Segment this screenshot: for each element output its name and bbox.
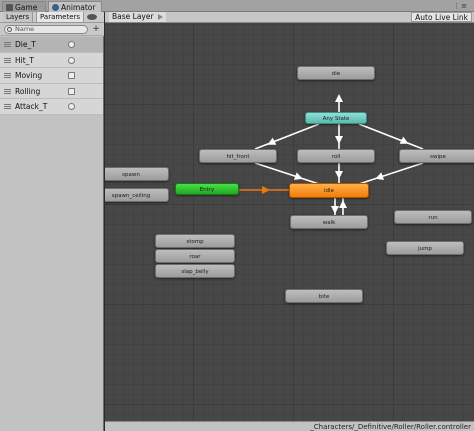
state-label: roll [331, 154, 341, 160]
state-slap-belly[interactable]: slap_belly [155, 264, 235, 278]
status-bar: _Characters/_Definitive/Roller/Roller.co… [105, 421, 474, 431]
state-idle[interactable]: idle [289, 183, 369, 198]
state-swipe[interactable]: swipe [399, 149, 474, 163]
panel-toolbar: Layers Parameters [0, 12, 104, 23]
tab-game[interactable]: Game [2, 1, 46, 12]
drag-handle-icon[interactable] [4, 88, 11, 94]
search-placeholder: Name [15, 25, 35, 33]
state-label: jump [418, 246, 432, 252]
state-label: bite [318, 294, 330, 300]
trigger-toggle[interactable] [68, 103, 75, 110]
eye-icon[interactable] [87, 14, 97, 20]
breadcrumb[interactable]: Base Layer [109, 12, 166, 22]
state-any-state[interactable]: Any State [305, 112, 367, 124]
parameter-row-attack-t[interactable]: Attack_T [0, 99, 103, 115]
state-label: swipe [430, 154, 446, 160]
state-label: walk [322, 220, 336, 226]
trigger-toggle[interactable] [68, 56, 75, 64]
state-label: spawn_ceiling [111, 193, 151, 199]
graph-toolbar: Base Layer Auto Live Link [105, 12, 474, 23]
search-icon [7, 27, 12, 32]
add-parameter-button[interactable]: + [91, 24, 101, 35]
editor-tab-bar: Game Animator ⋮≡ [0, 0, 474, 12]
state-label: spawn [122, 172, 140, 178]
tab-animator-label: Animator [61, 3, 96, 12]
bool-checkbox[interactable] [68, 87, 75, 95]
tab-layers[interactable]: Layers [3, 12, 34, 22]
state-hit-front[interactable]: hit_front [199, 149, 277, 163]
parameter-search-row: Name + [0, 23, 104, 36]
state-label: idle [324, 188, 334, 194]
parameter-name: Hit_T [15, 55, 34, 65]
state-label: hit_front [226, 154, 250, 160]
state-roll[interactable]: roll [297, 149, 375, 163]
state-machine-graph[interactable]: die Any State hit_front roll swipe spawn… [105, 12, 474, 421]
parameter-search-input[interactable]: Name [4, 25, 88, 34]
state-spawn-ceiling[interactable]: spawn_ceiling [105, 188, 169, 202]
state-jump[interactable]: jump [386, 241, 464, 255]
drag-handle-icon[interactable] [4, 104, 11, 109]
state-spawn[interactable]: spawn [105, 167, 169, 181]
auto-live-link-button[interactable]: Auto Live Link [411, 12, 472, 22]
state-roar[interactable]: roar [155, 249, 235, 263]
bool-checkbox[interactable] [68, 72, 75, 79]
parameter-name: Moving [15, 71, 43, 80]
animator-icon [52, 4, 59, 11]
parameter-name: Attack_T [15, 102, 48, 111]
tab-animator[interactable]: Animator [48, 1, 102, 12]
parameter-row-moving[interactable]: Moving [0, 68, 103, 84]
parameter-name: Rolling [15, 86, 41, 96]
drag-handle-icon[interactable] [4, 42, 11, 47]
tab-game-label: Game [15, 3, 38, 12]
state-label: Any State [322, 116, 350, 122]
tab-parameters[interactable]: Parameters [36, 12, 85, 22]
state-label: run [428, 215, 438, 221]
parameters-panel: Layers Parameters Name + Die_T Hit_T Mov… [0, 12, 104, 431]
state-label: slap_belly [181, 269, 209, 275]
state-label: roar [189, 254, 201, 260]
controller-path: _Characters/_Definitive/Roller/Roller.co… [310, 423, 471, 431]
state-die[interactable]: die [297, 66, 375, 80]
state-run[interactable]: run [394, 210, 472, 224]
state-bite[interactable]: bite [285, 289, 363, 303]
drag-handle-icon[interactable] [4, 73, 11, 78]
parameter-list: Die_T Hit_T Moving Rolling Attack_T [0, 37, 104, 115]
trigger-toggle[interactable] [68, 41, 75, 48]
state-label: die [331, 71, 341, 77]
parameter-row-rolling[interactable]: Rolling [0, 83, 103, 99]
game-icon [6, 4, 13, 11]
state-label: Entry [199, 187, 215, 193]
tab-menu-icon[interactable]: ⋮≡ [453, 2, 468, 10]
state-entry[interactable]: Entry [175, 183, 239, 195]
parameter-row-hit-t[interactable]: Hit_T [0, 52, 103, 68]
state-label: stomp [186, 239, 204, 245]
parameter-row-die-t[interactable]: Die_T [0, 37, 103, 53]
state-walk[interactable]: walk [290, 215, 368, 229]
parameter-name: Die_T [15, 40, 36, 49]
drag-handle-icon[interactable] [4, 57, 11, 63]
state-stomp[interactable]: stomp [155, 234, 235, 248]
